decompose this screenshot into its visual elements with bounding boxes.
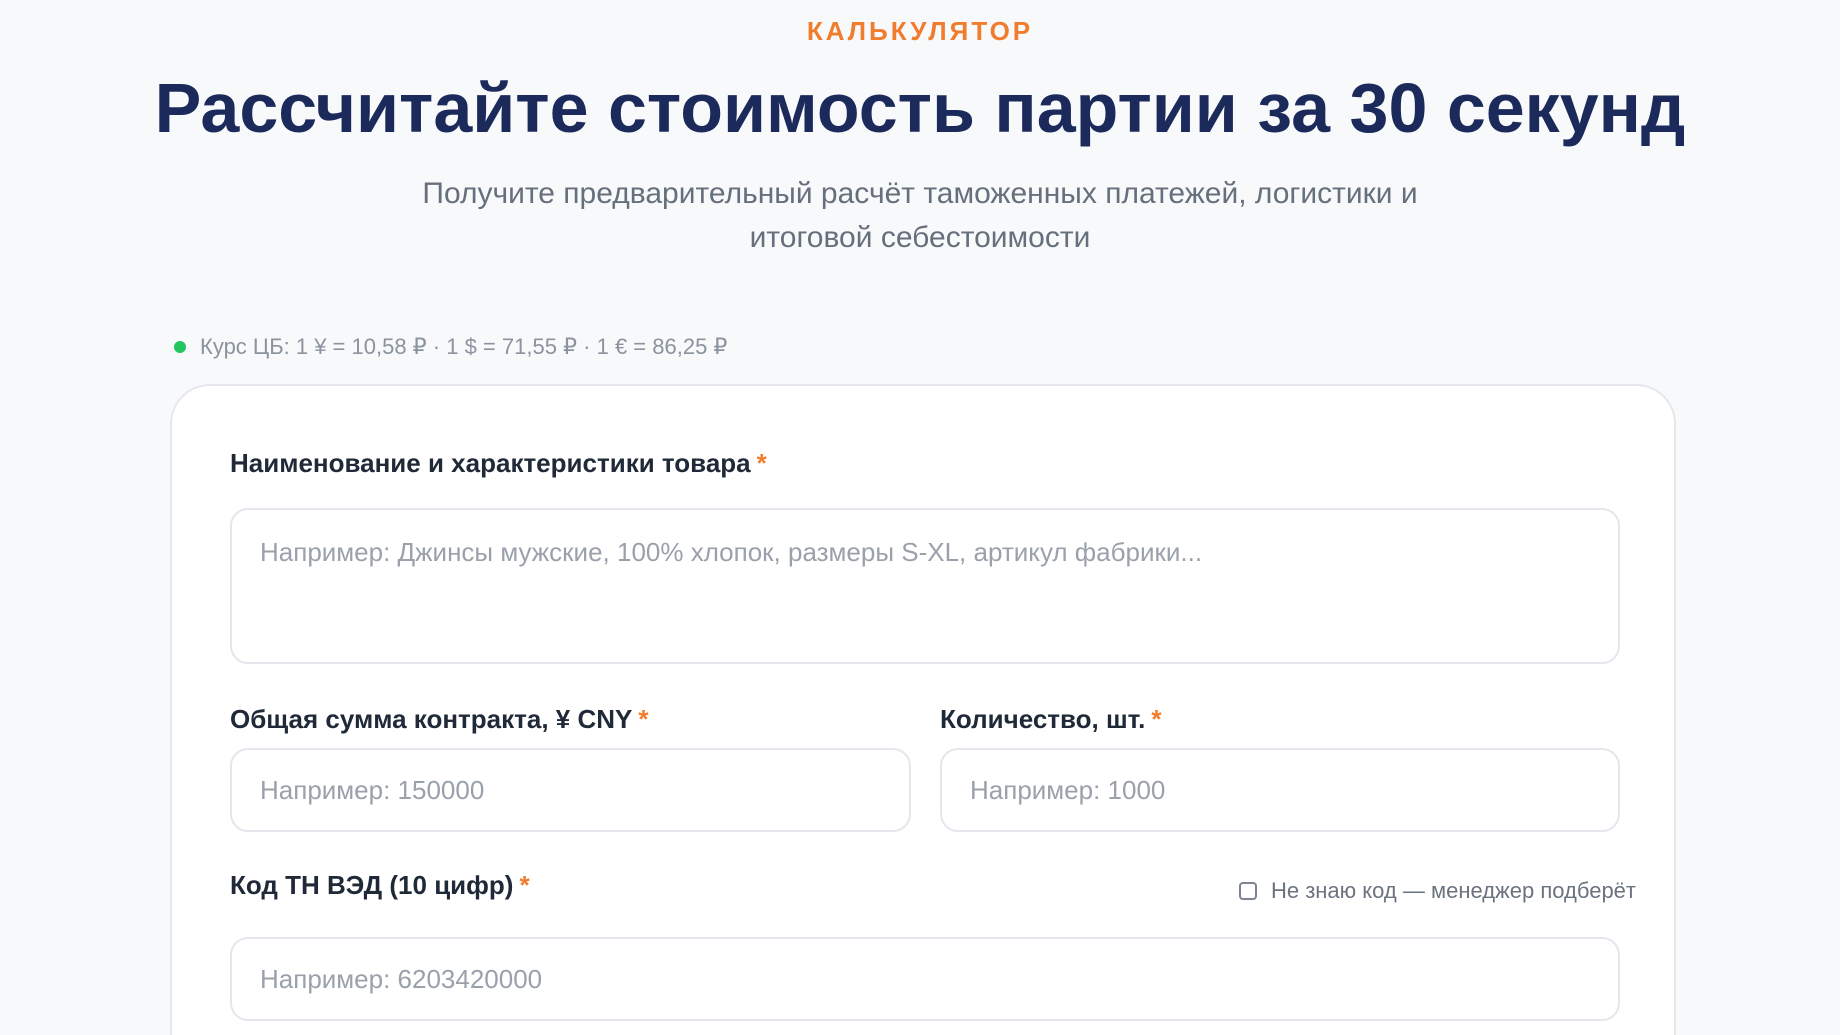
contract-sum-label-text: Общая сумма контракта, ¥ CNY bbox=[230, 704, 633, 734]
contract-sum-input[interactable] bbox=[230, 748, 911, 832]
quantity-label-text: Количество, шт. bbox=[940, 704, 1146, 734]
contract-sum-label: Общая сумма контракта, ¥ CNY * bbox=[230, 702, 648, 736]
status-dot-icon bbox=[174, 341, 186, 353]
hs-code-label-text: Код ТН ВЭД (10 цифр) bbox=[230, 870, 514, 900]
required-marker: * bbox=[638, 704, 649, 734]
required-marker: * bbox=[519, 870, 530, 900]
hs-code-input[interactable] bbox=[230, 937, 1620, 1021]
section-eyebrow: КАЛЬКУЛЯТОР bbox=[806, 16, 1034, 46]
quantity-label: Количество, шт. * bbox=[940, 702, 1161, 736]
quantity-input[interactable] bbox=[940, 748, 1620, 832]
calculator-page: КАЛЬКУЛЯТОР Рассчитайте стоимость партии… bbox=[0, 0, 1840, 1035]
product-label: Наименование и характеристики товара * bbox=[230, 446, 767, 480]
hs-code-label: Код ТН ВЭД (10 цифр) * bbox=[230, 868, 530, 902]
required-marker: * bbox=[756, 448, 767, 478]
exchange-rates: Курс ЦБ: 1 ¥ = 10,58 ₽ · 1 $ = 71,55 ₽ ·… bbox=[174, 332, 727, 362]
unknown-code-checkbox[interactable] bbox=[1238, 882, 1257, 900]
required-marker: * bbox=[1151, 704, 1162, 734]
unknown-code-label: Не знаю код — менеджер подберёт bbox=[1270, 878, 1636, 903]
product-description-field[interactable] bbox=[230, 508, 1620, 664]
product-label-text: Наименование и характеристики товара bbox=[230, 448, 751, 478]
calculator-form-card: Наименование и характеристики товара* Об… bbox=[170, 384, 1676, 1035]
page-subtitle: Получите предварительный расчёт таможенн… bbox=[422, 177, 1418, 254]
exchange-rates-text: Курс ЦБ: 1 ¥ = 10,58 ₽ · 1 $ = 71,55 ₽ ·… bbox=[200, 334, 728, 359]
page-title: Рассчитайте стоимость партии за 30 секун… bbox=[154, 69, 1686, 147]
unknown-code-option[interactable]: Не знаю код — менеджер подберёт bbox=[1198, 876, 1636, 906]
